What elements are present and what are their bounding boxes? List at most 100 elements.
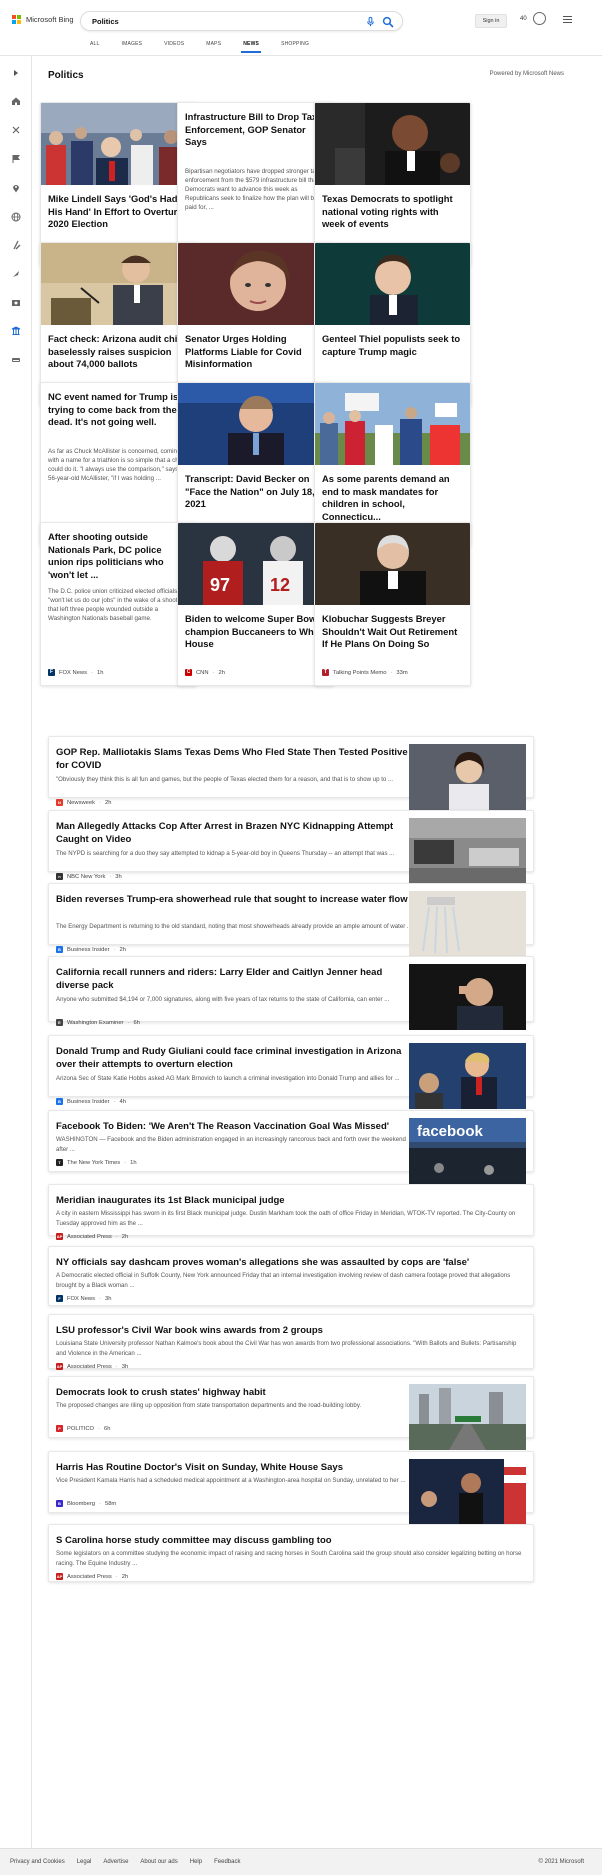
- more-news-source[interactable]: T The New York Times · 1h: [56, 1159, 137, 1166]
- separator-dot: ·: [115, 1363, 118, 1370]
- news-card-image[interactable]: [315, 383, 470, 465]
- more-news-title-link[interactable]: Harris Has Routine Doctor's Visit on Sun…: [56, 1461, 416, 1474]
- more-news-title-link[interactable]: Man Allegedly Attacks Cop After Arrest i…: [56, 820, 416, 846]
- news-card-snippet: The D.C. police union criticized elected…: [48, 588, 191, 622]
- more-news-thumbnail[interactable]: [409, 1384, 526, 1450]
- news-card-source[interactable]: C CNN · 2h: [185, 669, 225, 676]
- footer-link[interactable]: Legal: [77, 1859, 92, 1865]
- news-card[interactable]: After shooting outside Nationals Park, D…: [40, 522, 197, 686]
- more-news-thumbnail[interactable]: [409, 1459, 526, 1525]
- more-news-source[interactable]: AP Associated Press · 2h: [56, 1233, 128, 1240]
- more-news-item[interactable]: Democrats look to crush states' highway …: [48, 1376, 534, 1450]
- science-icon[interactable]: [9, 238, 23, 252]
- more-news-item[interactable]: GOP Rep. Malliotakis Slams Texas Dems Wh…: [48, 736, 534, 810]
- news-card-image[interactable]: 97 12: [178, 523, 333, 605]
- more-news-source[interactable]: N Newsweek · 2h: [56, 799, 111, 806]
- news-card-image[interactable]: [315, 103, 470, 185]
- politics-icon[interactable]: [9, 324, 23, 338]
- news-card-title[interactable]: After shooting outside Nationals Park, D…: [48, 531, 188, 581]
- more-news-source[interactable]: n NBC New York · 3h: [56, 873, 122, 880]
- more-news-thumbnail[interactable]: [409, 964, 526, 1030]
- more-news-source[interactable]: B Business Insider · 2h: [56, 946, 126, 953]
- more-news-thumbnail[interactable]: [409, 891, 526, 957]
- more-news-item[interactable]: Donald Trump and Rudy Giuliani could fac…: [48, 1035, 534, 1109]
- more-news-source[interactable]: F FOX News · 3h: [56, 1295, 111, 1302]
- more-news-item[interactable]: Harris Has Routine Doctor's Visit on Sun…: [48, 1451, 534, 1525]
- more-news-item[interactable]: Meridian inaugurates its 1st Black munic…: [48, 1184, 534, 1240]
- rocket-icon[interactable]: [9, 267, 23, 281]
- more-news-title-link[interactable]: S Carolina horse study committee may dis…: [56, 1534, 526, 1547]
- news-card-image[interactable]: [178, 383, 333, 465]
- more-news-source[interactable]: B Business Insider · 4h: [56, 1098, 126, 1105]
- more-news-item[interactable]: Biden reverses Trump-era showerhead rule…: [48, 883, 534, 957]
- more-news-title-link[interactable]: Biden reverses Trump-era showerhead rule…: [56, 893, 416, 906]
- more-news-title-link[interactable]: Meridian inaugurates its 1st Black munic…: [56, 1194, 526, 1207]
- more-news-title-link[interactable]: Donald Trump and Rudy Giuliani could fac…: [56, 1045, 416, 1071]
- more-news-item[interactable]: LSU professor's Civil War book wins awar…: [48, 1314, 534, 1370]
- footer-link[interactable]: Help: [190, 1859, 202, 1865]
- news-card-image[interactable]: [315, 243, 470, 325]
- news-card-source[interactable]: T Talking Points Memo · 33m: [322, 669, 408, 676]
- sign-in-button[interactable]: Sign in: [475, 14, 507, 28]
- more-news-title-link[interactable]: GOP Rep. Malliotakis Slams Texas Dems Wh…: [56, 746, 416, 772]
- money-icon[interactable]: [9, 296, 23, 310]
- rewards-medal-icon[interactable]: [533, 12, 546, 25]
- tab-shopping[interactable]: SHOPPING: [281, 41, 309, 53]
- globe-icon[interactable]: [9, 210, 23, 224]
- more-news-thumbnail[interactable]: [409, 1043, 526, 1109]
- rewards-points[interactable]: 40: [520, 16, 527, 22]
- more-news-item[interactable]: S Carolina horse study committee may dis…: [48, 1524, 534, 1582]
- hamburger-menu-icon[interactable]: [563, 16, 572, 24]
- more-news-item[interactable]: NY officials say dashcam proves woman's …: [48, 1246, 534, 1306]
- search-box[interactable]: Politics: [80, 11, 403, 31]
- footer-link[interactable]: Privacy and Cookies: [10, 1859, 65, 1865]
- car-icon[interactable]: [9, 353, 23, 367]
- home-icon[interactable]: [9, 94, 23, 108]
- more-news-snippet: Some legislators on a committee studying…: [56, 1550, 522, 1567]
- more-news-title-link[interactable]: LSU professor's Civil War book wins awar…: [56, 1324, 526, 1337]
- page-footer: Privacy and Cookies Legal Advertise About o…: [0, 1848, 602, 1875]
- more-news-item[interactable]: Facebook To Biden: 'We Aren't The Reason…: [48, 1110, 534, 1184]
- news-card-title[interactable]: NC event named for Trump is trying to co…: [48, 391, 188, 429]
- bing-logo[interactable]: Microsoft Bing: [12, 15, 74, 24]
- more-news-snippet: Arizona Sec of State Katie Hobbs asked A…: [56, 1075, 400, 1082]
- more-news-source[interactable]: E Washington Examiner · 6h: [56, 1019, 140, 1026]
- source-logo-icon: n: [56, 873, 63, 880]
- news-card[interactable]: 97 12 Biden to welcome Super Bowl champion…: [177, 522, 334, 686]
- more-news-item[interactable]: Man Allegedly Attacks Cop After Arrest i…: [48, 810, 534, 884]
- news-card[interactable]: Klobuchar Suggests Breyer Shouldn't Wait…: [314, 522, 471, 686]
- location-pin-icon[interactable]: [9, 181, 23, 195]
- tab-all[interactable]: ALL: [90, 41, 100, 53]
- footer-link[interactable]: Feedback: [214, 1859, 240, 1865]
- more-news-source[interactable]: B Bloomberg · 58m: [56, 1500, 116, 1507]
- news-card-image[interactable]: [315, 523, 470, 605]
- news-card-image[interactable]: [41, 243, 196, 325]
- tab-maps[interactable]: MAPS: [206, 41, 221, 53]
- more-news-source[interactable]: P POLITICO · 6h: [56, 1425, 110, 1432]
- more-news-thumbnail[interactable]: [409, 744, 526, 810]
- expand-arrow-icon[interactable]: [9, 66, 23, 80]
- news-card-image[interactable]: [178, 243, 333, 325]
- more-news-title-link[interactable]: Facebook To Biden: 'We Aren't The Reason…: [56, 1120, 416, 1133]
- tab-videos[interactable]: VIDEOS: [164, 41, 184, 53]
- more-news-item[interactable]: California recall runners and riders: La…: [48, 956, 534, 1030]
- tab-news[interactable]: NEWS: [241, 41, 261, 53]
- more-news-thumbnail[interactable]: [409, 818, 526, 884]
- sports-icon[interactable]: [9, 123, 23, 137]
- news-card-source[interactable]: F FOX News · 1h: [48, 669, 103, 676]
- flag-icon[interactable]: [9, 152, 23, 166]
- search-input[interactable]: Politics: [92, 17, 119, 26]
- more-news-source[interactable]: AP Associated Press · 3h: [56, 1363, 128, 1370]
- search-icon[interactable]: [382, 16, 394, 28]
- more-news-thumbnail[interactable]: facebook: [409, 1118, 526, 1184]
- more-news-title-link[interactable]: Democrats look to crush states' highway …: [56, 1386, 416, 1399]
- microphone-icon[interactable]: [365, 16, 376, 27]
- news-card-title[interactable]: Infrastructure Bill to Drop Tax Enforcem…: [185, 111, 325, 149]
- more-news-source[interactable]: AP Associated Press · 2h: [56, 1573, 128, 1580]
- more-news-title-link[interactable]: NY officials say dashcam proves woman's …: [56, 1256, 526, 1269]
- footer-link[interactable]: Advertise: [103, 1859, 128, 1865]
- more-news-title-link[interactable]: California recall runners and riders: La…: [56, 966, 416, 992]
- news-card-image[interactable]: [41, 103, 196, 185]
- tab-images[interactable]: IMAGES: [122, 41, 143, 53]
- footer-link[interactable]: About our ads: [140, 1859, 177, 1865]
